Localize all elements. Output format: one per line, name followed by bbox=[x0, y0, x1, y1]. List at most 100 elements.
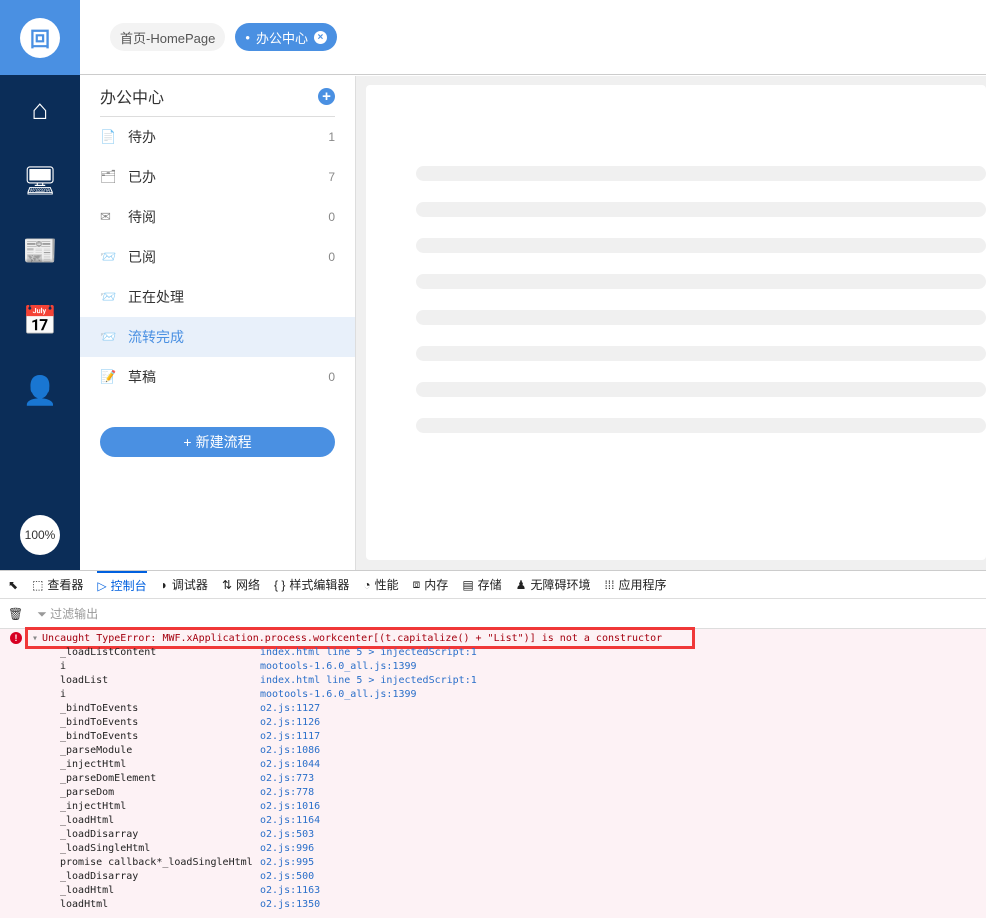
menu-item[interactable]: 📨 正在处理 bbox=[80, 277, 355, 317]
menu-item[interactable]: 🗂 已办 7 bbox=[80, 157, 355, 197]
frame-function: _loadHtml bbox=[60, 815, 115, 826]
console-filter-bar: 🗑 ⏷ 过滤输出 bbox=[0, 599, 986, 629]
plus-icon: + bbox=[183, 434, 192, 450]
news-icon[interactable]: 📰 bbox=[0, 215, 80, 285]
frame-location-link[interactable]: o2.js:1126 bbox=[260, 717, 320, 731]
logo-icon: 回 bbox=[20, 17, 60, 58]
element-picker-icon[interactable]: ⬉ bbox=[8, 578, 18, 592]
menu-item-icon: 📨 bbox=[100, 329, 117, 344]
desktop-icon[interactable]: 🖥 bbox=[0, 145, 80, 215]
menu-item-icon: 📨 bbox=[100, 289, 117, 304]
frame-function: _injectHtml bbox=[60, 759, 127, 770]
user-settings-icon[interactable]: 👤 bbox=[0, 355, 80, 425]
loading-placeholder bbox=[416, 274, 986, 289]
filter-input[interactable]: ⏷ 过滤输出 bbox=[37, 605, 98, 622]
devtools-tab-label: 存储 bbox=[477, 578, 502, 592]
frame-location-link[interactable]: mootools-1.6.0_all.js:1399 bbox=[260, 661, 417, 675]
menu-item-label: 流转完成 bbox=[128, 329, 184, 345]
menu-item[interactable]: 📝 草稿 0 bbox=[80, 357, 355, 397]
frame-location-link[interactable]: o2.js:1127 bbox=[260, 703, 320, 717]
frame-location-link[interactable]: index.html line 5 > injectedScript:1 bbox=[260, 647, 477, 661]
frame-location-link[interactable]: o2.js:503 bbox=[260, 829, 314, 843]
frame-location-link[interactable]: o2.js:1044 bbox=[260, 759, 320, 773]
frame-function: _parseDomElement bbox=[60, 773, 157, 784]
frame-location-link[interactable]: o2.js:500 bbox=[260, 871, 314, 885]
frame-location-link[interactable]: o2.js:778 bbox=[260, 787, 314, 801]
error-message[interactable]: ▾ Uncaught TypeError: MWF.xApplication.pr… bbox=[25, 627, 695, 649]
loading-placeholder bbox=[416, 382, 986, 397]
menu-item[interactable]: 📄 待办 1 bbox=[80, 117, 355, 157]
logo[interactable]: 回 bbox=[0, 0, 80, 75]
stack-frame: _bindToEvents o2.js:1127 bbox=[60, 703, 477, 717]
trash-icon[interactable]: 🗑 bbox=[8, 607, 23, 621]
frame-function: _loadListContent bbox=[60, 647, 157, 658]
menu-title: 办公中心 bbox=[100, 90, 165, 107]
calendar-icon[interactable]: 📅 bbox=[0, 285, 80, 355]
home-icon[interactable]: ⌂ bbox=[0, 75, 80, 145]
frame-location-link[interactable]: o2.js:995 bbox=[260, 857, 314, 871]
frame-function: _parseDom bbox=[60, 787, 115, 798]
add-icon[interactable]: + bbox=[318, 87, 335, 105]
tab-label: 首页-HomePage bbox=[120, 30, 216, 46]
loading-placeholder bbox=[416, 418, 986, 433]
menu-item-icon: 📝 bbox=[100, 369, 117, 384]
devtools-tab[interactable]: ▷ 控制台 bbox=[97, 570, 147, 599]
menu-item-label: 已阅 bbox=[128, 249, 156, 265]
frame-function: _loadDisarray bbox=[60, 829, 139, 840]
stack-frame: _bindToEvents o2.js:1126 bbox=[60, 717, 477, 731]
expand-triangle-icon[interactable]: ▾ bbox=[32, 633, 38, 644]
frame-location-link[interactable]: o2.js:1163 bbox=[260, 885, 320, 899]
stack-frame: loadHtml o2.js:1350 bbox=[60, 899, 477, 913]
frame-location-link[interactable]: o2.js:1117 bbox=[260, 731, 320, 745]
frame-location-link[interactable]: o2.js:1016 bbox=[260, 801, 320, 815]
frame-location-link[interactable]: o2.js:1086 bbox=[260, 745, 320, 759]
menu-item[interactable]: 📨 流转完成 bbox=[80, 317, 355, 357]
zoom-indicator[interactable]: 100% bbox=[20, 515, 60, 555]
devtools-tab[interactable]: ♟ 无障碍环境 bbox=[516, 571, 591, 599]
devtools-tab[interactable]: { } 样式编辑器 bbox=[274, 571, 349, 599]
menu-item-label: 待阅 bbox=[128, 209, 156, 225]
stack-frame: _loadDisarray o2.js:500 bbox=[60, 871, 477, 885]
devtools-tab[interactable]: ◔ 性能 bbox=[363, 571, 398, 599]
devtools-tab[interactable]: ⁞⁞⁞ 应用程序 bbox=[604, 571, 666, 599]
frame-function: _bindToEvents bbox=[60, 717, 139, 728]
stack-frame: _parseModule o2.js:1086 bbox=[60, 745, 477, 759]
stack-frame: _loadHtml o2.js:1164 bbox=[60, 815, 477, 829]
new-process-button[interactable]: + 新建流程 bbox=[100, 427, 335, 457]
stack-frame: _loadListContent index.html line 5 > inje… bbox=[60, 647, 477, 661]
devtools-tab[interactable]: ▤ 存储 bbox=[462, 571, 501, 599]
active-dot: • bbox=[245, 29, 250, 45]
menu-item[interactable]: 📨 已阅 0 bbox=[80, 237, 355, 277]
menu-panel: 办公中心 + 📄 待办 1 🗂 已办 7 ✉ 待阅 0 📨 已阅 0 📨 正在处理 📨 流转完成 📝 草稿 0 + 新建… bbox=[80, 76, 356, 570]
frame-location-link[interactable]: index.html line 5 > injectedScript:1 bbox=[260, 675, 477, 689]
tab-office-center[interactable]: • 办公中心 × bbox=[235, 23, 337, 51]
menu-item-icon: 🗂 bbox=[100, 169, 117, 184]
devtools-tab[interactable]: ⇅ 网络 bbox=[222, 571, 260, 599]
frame-function: _loadDisarray bbox=[60, 871, 139, 882]
tab-bar: 首页-HomePage • 办公中心 × bbox=[80, 0, 986, 75]
stack-frame: _injectHtml o2.js:1016 bbox=[60, 801, 477, 815]
devtools-tab-label: 内存 bbox=[424, 578, 449, 592]
devtools-tab-icon: { } bbox=[274, 577, 286, 592]
stack-frame: _parseDomElement o2.js:773 bbox=[60, 773, 477, 787]
devtools-tab[interactable]: ⧈ 内存 bbox=[413, 571, 449, 599]
stack-frame: i mootools-1.6.0_all.js:1399 bbox=[60, 661, 477, 675]
frame-location-link[interactable]: o2.js:1164 bbox=[260, 815, 320, 829]
menu-item[interactable]: ✉ 待阅 0 bbox=[80, 197, 355, 237]
stack-frame: _loadDisarray o2.js:503 bbox=[60, 829, 477, 843]
frame-function: _bindToEvents bbox=[60, 703, 139, 714]
loading-placeholder bbox=[416, 310, 986, 325]
frame-location-link[interactable]: mootools-1.6.0_all.js:1399 bbox=[260, 689, 417, 703]
frame-function: i bbox=[60, 661, 67, 672]
devtools-tab-icon: ◔ bbox=[363, 577, 371, 592]
frame-location-link[interactable]: o2.js:1350 bbox=[260, 899, 320, 913]
frame-function: promise callback*_loadSingleHtml bbox=[60, 857, 253, 868]
menu-item-icon: 📄 bbox=[100, 129, 117, 144]
frame-location-link[interactable]: o2.js:773 bbox=[260, 773, 314, 787]
close-icon[interactable]: × bbox=[313, 30, 327, 44]
devtools-tab[interactable]: ⬚ 查看器 bbox=[32, 571, 83, 599]
devtools-tab[interactable]: ◗ 调试器 bbox=[161, 571, 208, 599]
tab-homepage[interactable]: 首页-HomePage bbox=[110, 23, 226, 51]
frame-location-link[interactable]: o2.js:996 bbox=[260, 843, 314, 857]
stack-frame: _injectHtml o2.js:1044 bbox=[60, 759, 477, 773]
